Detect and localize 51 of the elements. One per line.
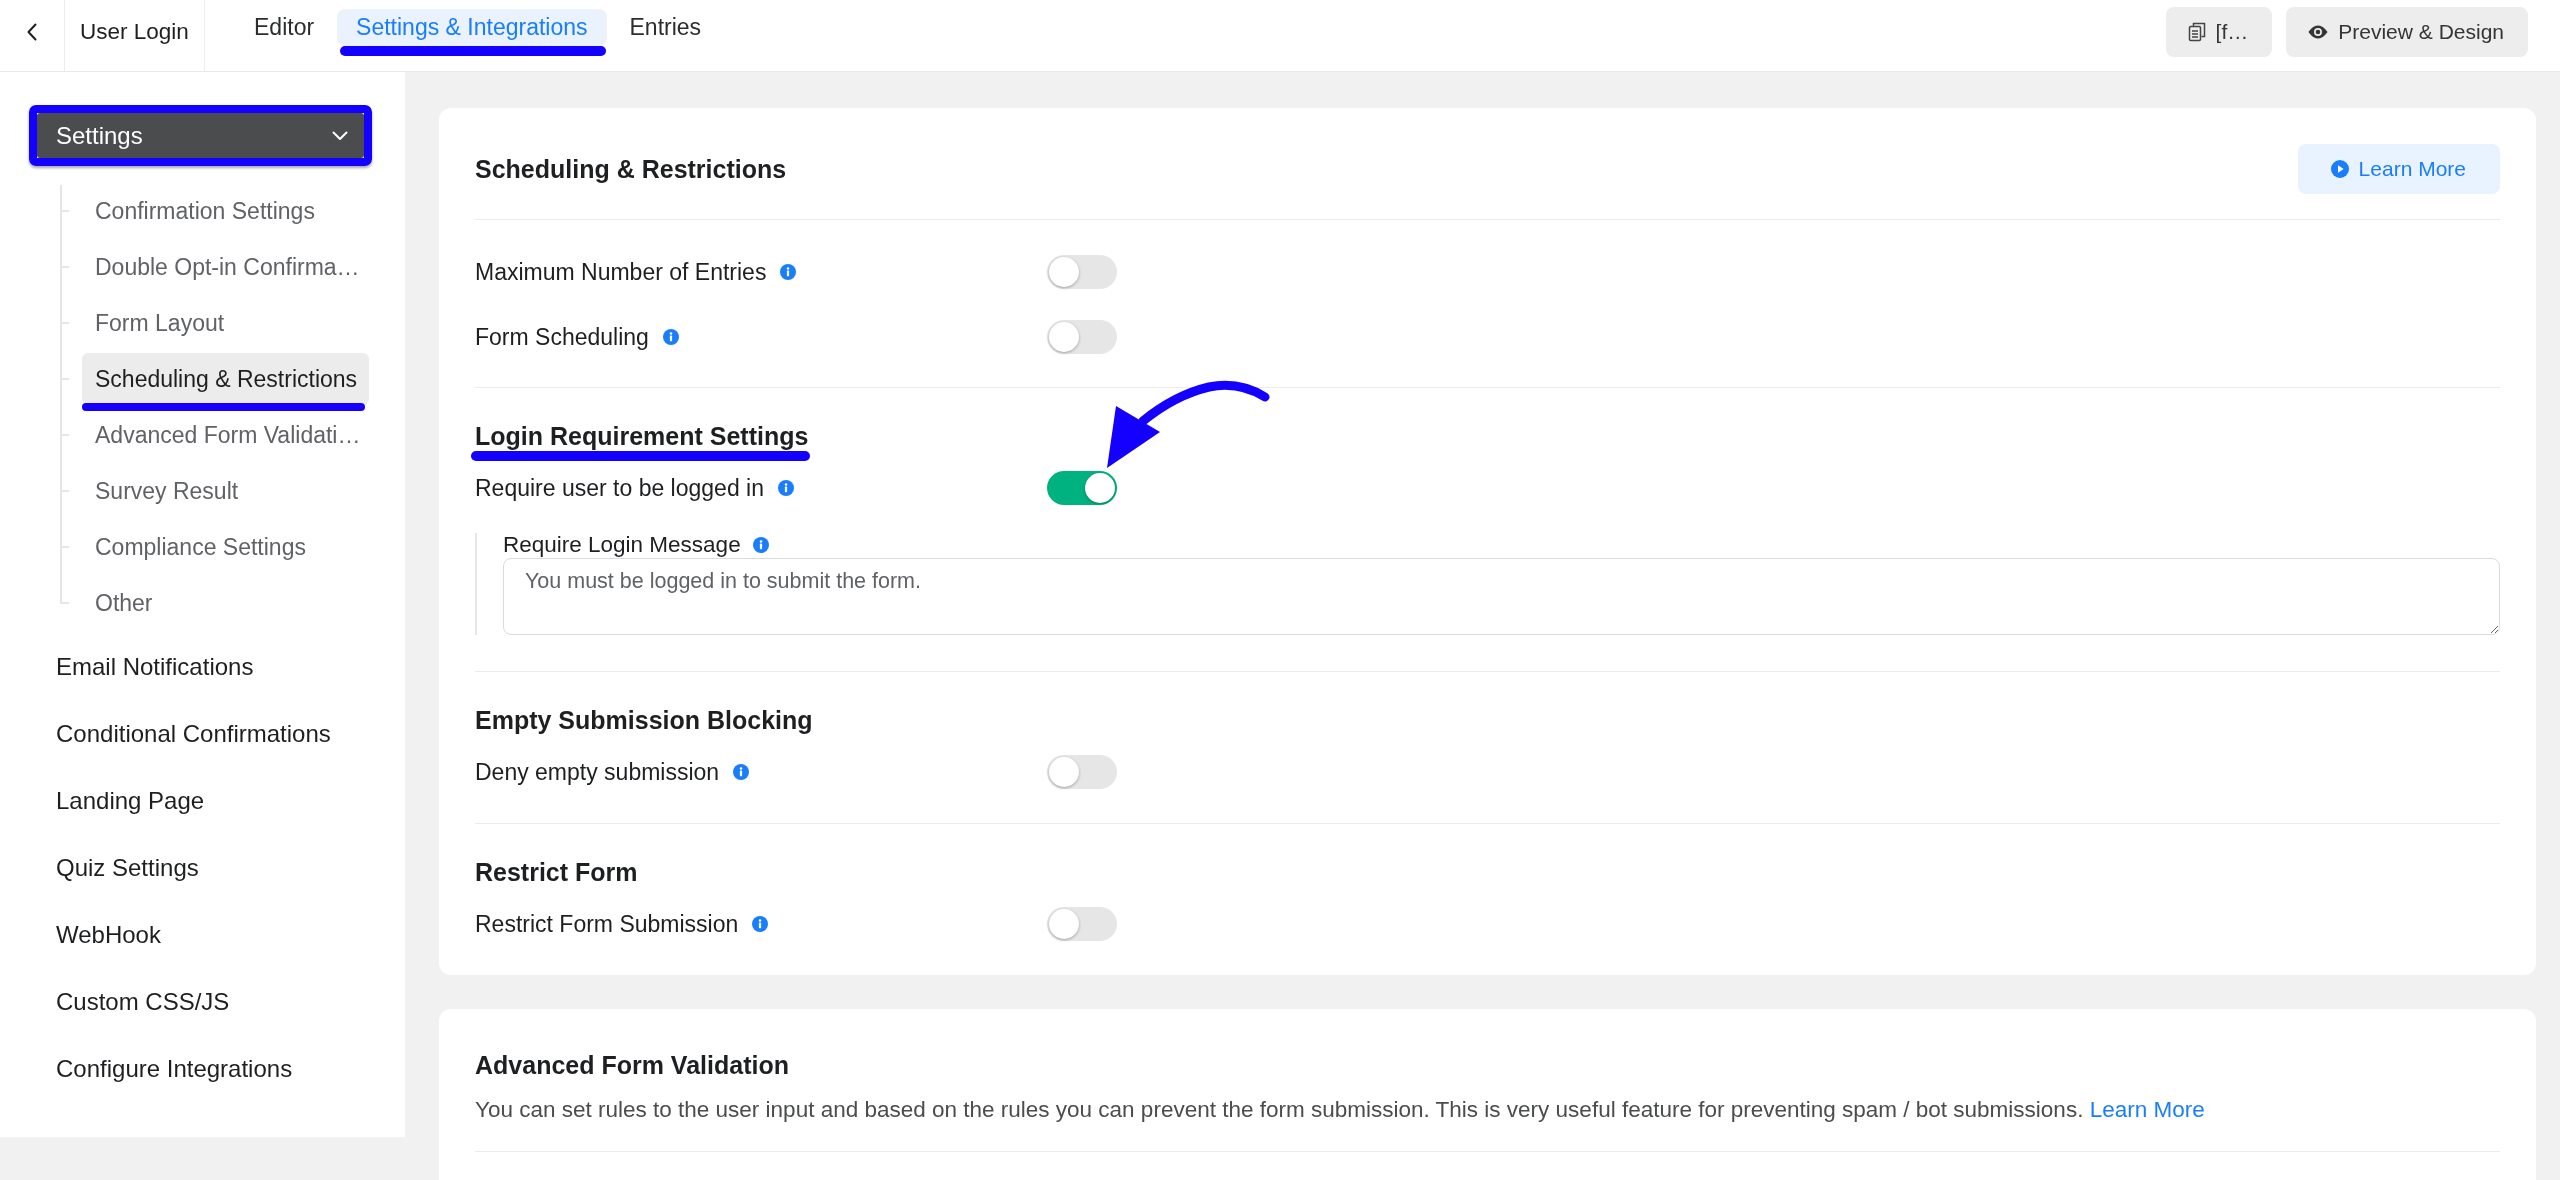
section-title: Restrict Form (475, 857, 638, 887)
settings-dropdown[interactable]: Settings (37, 113, 364, 158)
toggle-switch[interactable] (1047, 320, 1117, 354)
sidebar-item[interactable]: Configure Integrations (29, 1035, 372, 1102)
tab[interactable]: Editor (235, 9, 334, 46)
sidebar-item[interactable]: Conditional Confirmations (29, 700, 372, 767)
info-icon (752, 537, 769, 553)
sidebar-subitem[interactable]: Form Layout (82, 297, 369, 349)
sidebar-item[interactable]: Landing Page (29, 767, 372, 834)
shortcode-button[interactable]: [f… (2165, 7, 2273, 57)
field-label: Require Login Message (503, 531, 741, 560)
info-icon (778, 480, 794, 496)
card-title: Advanced Form Validation (475, 1050, 790, 1080)
setting-label: Form Scheduling (475, 322, 649, 352)
sidebar-item[interactable]: Email Notifications (29, 633, 372, 700)
toggle-switch[interactable] (1047, 907, 1117, 941)
description-text: You can set rules to the user input and based on the rules you can prevent the form submission. This is very useful feature for preventing spam / bot submissions. Learn More (475, 1096, 2206, 1124)
setting-label: Deny empty submission (475, 757, 720, 787)
message-textarea[interactable]: You must be logged in to submit the form. (503, 558, 2500, 635)
sidebar-subitem[interactable]: Scheduling & Restrictions (82, 353, 369, 405)
section-title: Empty Submission Blocking (475, 705, 813, 735)
sidebar-item[interactable]: Quiz Settings (29, 834, 372, 901)
form-title: User Login (80, 17, 189, 46)
sidebar-subitem[interactable]: Advanced Form Validati… (82, 409, 369, 461)
sidebar-subitem[interactable]: Survey Result (82, 465, 369, 517)
back-icon[interactable] (27, 22, 37, 41)
toggle-switch[interactable] (1047, 471, 1117, 505)
info-icon (733, 764, 750, 780)
copy-icon (2187, 22, 2206, 42)
section-title: Login Requirement Settings (475, 421, 809, 451)
sidebar-item[interactable]: Custom CSS/JS (29, 968, 372, 1035)
info-icon (780, 264, 797, 280)
tab[interactable]: Entries (610, 9, 721, 46)
sidebar-subitem[interactable]: Confirmation Settings (82, 185, 369, 237)
preview-design-button[interactable]: Preview & Design (2286, 7, 2528, 57)
info-icon (662, 329, 679, 345)
sidebar-subitem[interactable]: Other (82, 577, 369, 629)
sidebar-item[interactable]: WebHook (29, 901, 372, 968)
eye-icon (2308, 25, 2329, 39)
sidebar-subitem[interactable]: Compliance Settings (82, 521, 369, 573)
sidebar-subitem[interactable]: Double Opt-in Confirma… (82, 241, 369, 293)
toggle-switch[interactable] (1047, 755, 1117, 789)
setting-label: Restrict Form Submission (475, 909, 739, 939)
play-circle-icon (2330, 160, 2349, 178)
toggle-switch[interactable] (1047, 255, 1117, 289)
learn-more-link[interactable]: Learn More (2089, 1097, 2205, 1122)
setting-label: Maximum Number of Entries (475, 257, 767, 287)
chevron-down-icon (332, 130, 348, 141)
info-icon (752, 916, 769, 932)
card-title: Scheduling & Restrictions (475, 154, 787, 184)
setting-label: Require user to be logged in (475, 473, 764, 503)
